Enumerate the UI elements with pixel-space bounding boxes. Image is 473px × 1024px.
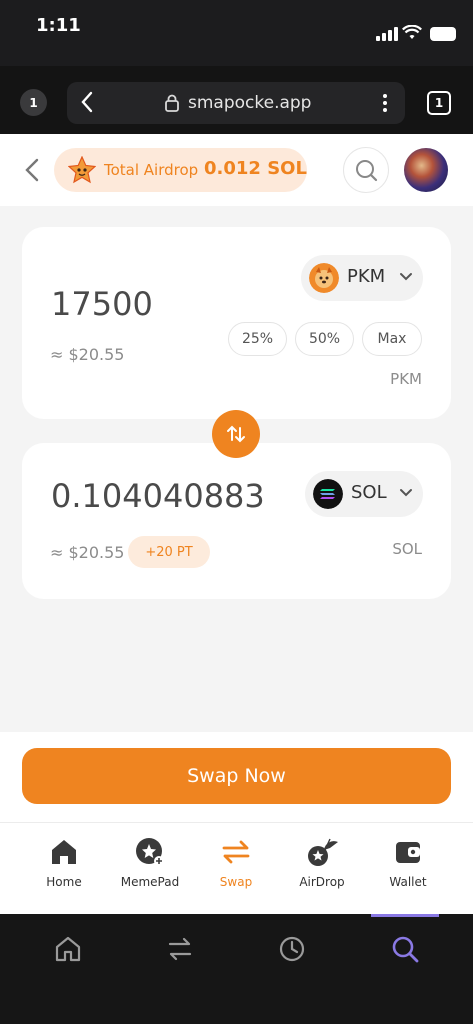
wallet-icon [396, 842, 420, 863]
address-bar[interactable]: smapocke.app [67, 82, 405, 124]
from-usd-value: ≈ $20.55 [50, 345, 125, 364]
nav-wallet[interactable]: Wallet [363, 836, 453, 906]
nav-swap-label: Swap [219, 875, 253, 889]
browser-switch-icon[interactable] [165, 934, 195, 964]
swap-icon [222, 840, 250, 864]
from-amount-input[interactable]: 17500 [51, 285, 153, 323]
home-icon [52, 840, 76, 864]
chevron-down-icon [400, 489, 412, 497]
percent-25-button[interactable]: 25% [228, 322, 287, 356]
memepad-icon [136, 838, 164, 866]
signal-icon [376, 27, 398, 41]
history-icon[interactable] [277, 934, 307, 964]
to-token-unit: SOL [392, 540, 422, 558]
points-badge: +20 PT [128, 536, 210, 568]
tab-group-badge[interactable]: 1 [20, 89, 47, 116]
to-token-name: SOL [351, 482, 387, 503]
nav-home-label: Home [46, 875, 82, 889]
airdrop-label: Total Airdrop [104, 161, 199, 179]
pkm-token-icon [309, 263, 339, 293]
nav-swap[interactable]: Swap [191, 836, 281, 906]
nav-memepad-label: MemePad [120, 875, 180, 889]
nav-wallet-label: Wallet [389, 875, 427, 889]
from-token-card: 17500 ≈ $20.55 PKM 25% 50% Max PKM [22, 227, 451, 419]
url-text: smapocke.app [188, 93, 312, 113]
nav-home[interactable]: Home [19, 836, 109, 906]
swap-now-button[interactable]: Swap Now [22, 748, 451, 804]
back-icon[interactable] [20, 152, 44, 188]
star-mascot-icon [68, 156, 96, 184]
swap-direction-button[interactable] [212, 410, 260, 458]
swap-arrows-icon [227, 425, 245, 443]
browser-back-icon[interactable] [81, 91, 93, 113]
status-bar: 1:11 [0, 0, 473, 66]
airdrop-amount: 0.012 SOL [204, 158, 307, 179]
battery-icon [430, 27, 456, 41]
airdrop-icon [308, 838, 338, 866]
more-options-icon[interactable] [383, 94, 387, 112]
nav-divider [0, 822, 473, 823]
max-button[interactable]: Max [362, 322, 422, 356]
search-button[interactable] [343, 147, 389, 193]
to-amount-value: 0.104040883 [51, 477, 265, 515]
from-token-unit: PKM [390, 370, 422, 388]
sol-token-icon [313, 479, 343, 509]
chevron-down-icon [400, 273, 412, 281]
from-token-name: PKM [347, 266, 386, 287]
search-icon [356, 160, 378, 182]
from-token-selector[interactable]: PKM [301, 255, 423, 301]
lock-icon [165, 94, 179, 112]
total-airdrop-pill[interactable]: Total Airdrop 0.012 SOL [54, 148, 307, 192]
percent-50-button[interactable]: 50% [295, 322, 354, 356]
swap-app: Total Airdrop 0.012 SOL 17500 ≈ $20.55 P… [0, 134, 473, 914]
nav-memepad[interactable]: MemePad [105, 836, 195, 906]
to-usd-value: ≈ $20.55 [50, 543, 125, 562]
browser-home-icon[interactable] [53, 934, 83, 964]
nav-airdrop-label: AirDrop [299, 875, 345, 889]
status-time: 1:11 [36, 15, 81, 36]
browser-search-icon[interactable] [390, 934, 420, 964]
toolbar-active-indicator [371, 914, 439, 917]
browser-toolbar [0, 914, 473, 1024]
browser-bar: 1 smapocke.app 1 [0, 66, 473, 134]
to-token-card: 0.104040883 ≈ $20.55 +20 PT SOL SOL [22, 443, 451, 599]
tabs-button[interactable]: 1 [427, 91, 451, 115]
app-header: Total Airdrop 0.012 SOL [0, 134, 473, 206]
wifi-icon [402, 25, 422, 39]
avatar[interactable] [404, 148, 448, 192]
nav-airdrop[interactable]: AirDrop [277, 836, 367, 906]
to-token-selector[interactable]: SOL [305, 471, 423, 517]
